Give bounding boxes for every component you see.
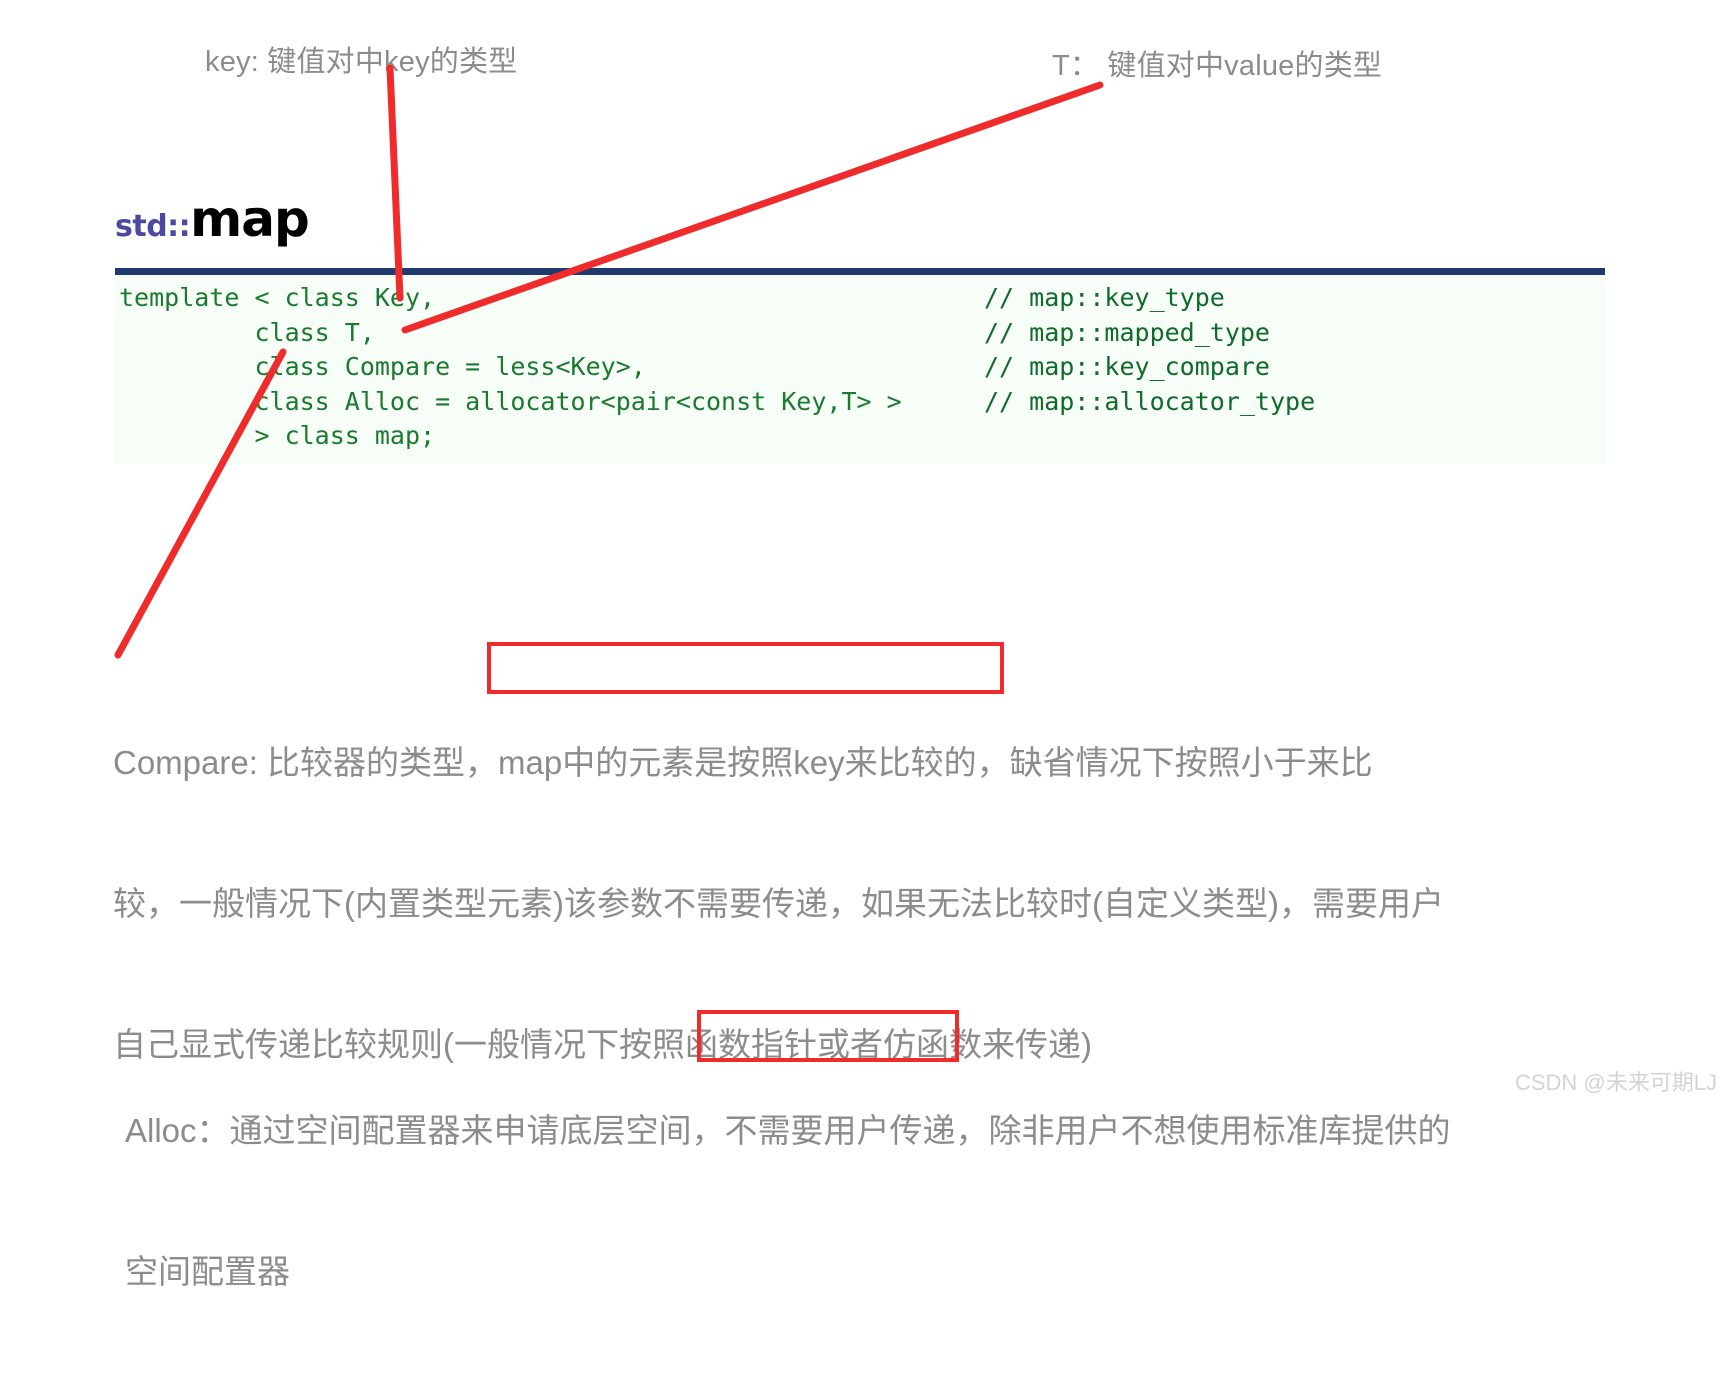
- code-line: > class map;: [115, 419, 1605, 454]
- code-line: template < class Key, // map::key_type: [115, 281, 1605, 316]
- alloc-paragraph: Alloc：通过空间配置器来申请底层空间，不需要用户传递，除非用户不想使用标准库…: [125, 1013, 1451, 1389]
- code-line: class Compare = less<Key>, // map::key_co…: [115, 350, 1605, 385]
- code-line-text: class T,: [119, 317, 375, 347]
- alloc-paragraph-line-2: 空间配置器: [125, 1253, 290, 1290]
- csdn-watermark: CSDN @未来可期LJ: [1514, 1070, 1717, 1095]
- code-line-text: > class map;: [119, 421, 436, 450]
- page-title: std::map: [115, 190, 310, 248]
- code-line-comment: // map::allocator_type: [984, 386, 1316, 416]
- compare-paragraph-line-2: 较，一般情况下(内置类型元素)该参数不需要传递，如果无法比较时(自定义类型)，需…: [113, 885, 1444, 922]
- code-line-comment: // map::key_type: [984, 283, 1225, 312]
- code-line: class Alloc = allocator<pair<const Key,T…: [115, 385, 1605, 420]
- slide-canvas: key: 键值对中key的类型 T： 键值对中value的类型 std::map…: [0, 0, 1731, 1290]
- compare-paragraph-line-1: Compare: 比较器的类型，map中的元素是按照key来比较的，缺省情况下按…: [113, 744, 1373, 781]
- code-line-comment: // map::mapped_type: [984, 317, 1270, 347]
- arrow-key-to-class-key: [386, 64, 404, 302]
- title-name: map: [190, 190, 310, 248]
- code-line-text: class Alloc = allocator<pair<const Key,T…: [119, 386, 902, 416]
- alloc-paragraph-line-1: Alloc：通过空间配置器来申请底层空间，不需要用户传递，除非用户不想使用标准库…: [125, 1112, 1451, 1149]
- annotation-t-label: T： 键值对中value的类型: [1052, 50, 1383, 82]
- code-line-text: class Compare = less<Key>,: [119, 352, 646, 381]
- code-block: template < class Key, // map::key_type cl…: [115, 268, 1605, 464]
- annotation-key-label: key: 键值对中key的类型: [205, 46, 518, 78]
- code-line-text: template < class Key,: [119, 283, 436, 312]
- code-line: class T, // map::mapped_type: [115, 316, 1605, 351]
- title-namespace: std::: [115, 209, 191, 244]
- code-line-comment: // map::key_compare: [984, 352, 1270, 381]
